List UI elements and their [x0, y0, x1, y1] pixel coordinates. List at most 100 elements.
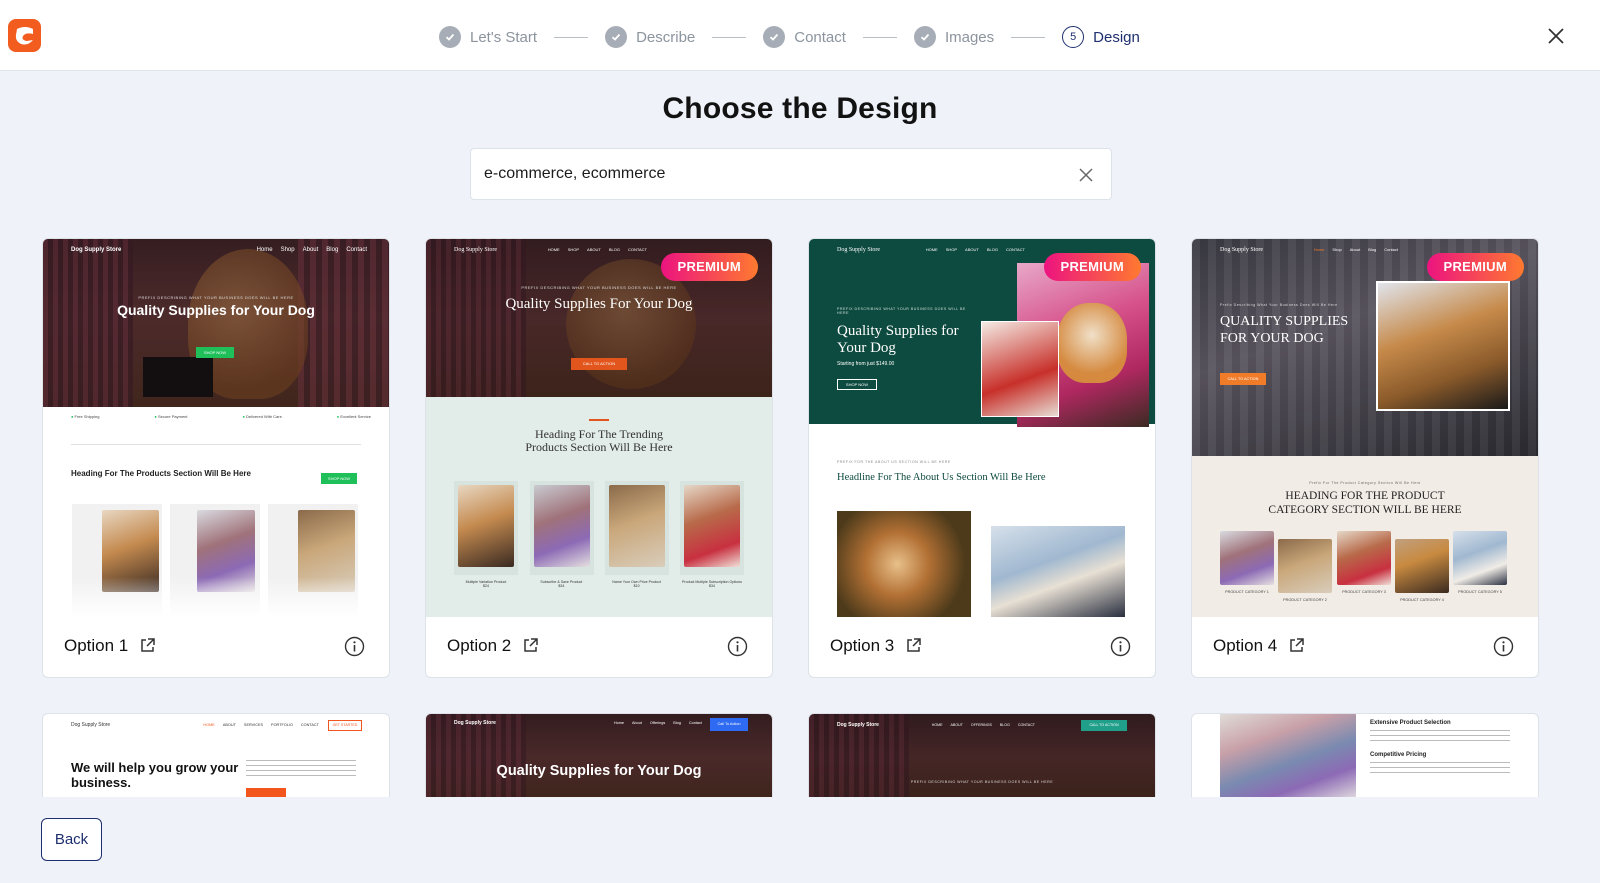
- preview-nav-item: SHOP: [567, 247, 580, 252]
- product-captions: Multiple Variation Product $24 Subscribe …: [454, 580, 744, 588]
- external-link-icon[interactable]: [139, 637, 156, 654]
- product-name: Product Multiple Subscription Options $34: [682, 580, 742, 588]
- step-label: Let's Start: [470, 28, 538, 46]
- preview-heading: Quality Supplies for Your Dog: [837, 323, 959, 356]
- preview-nav-item: HOME: [931, 723, 943, 727]
- preview-nav: HOME ABOUT OFFERINGS BLOG CONTACT: [932, 723, 1035, 727]
- back-button[interactable]: Back: [41, 818, 102, 861]
- design-card-option-2[interactable]: Dog Supply Store HOME SHOP ABOUT BLOG CO…: [425, 238, 773, 678]
- external-link-icon[interactable]: [905, 637, 922, 654]
- option-label[interactable]: Option 3: [830, 636, 894, 656]
- preview-nav-item: Shop: [1332, 247, 1342, 252]
- preview-eyebrow: PREFIX DESCRIBING WHAT YOUR BUSINESS DOE…: [138, 295, 294, 300]
- design-card-option-4[interactable]: Dog Supply Store Home Shop About Blog Co…: [1191, 238, 1539, 678]
- product-name: Name Your Own Price Product $10: [612, 580, 662, 588]
- design-preview[interactable]: Dog Supply Store Home Shop About Blog Co…: [43, 239, 389, 617]
- wizard-steps: Let's Start Describe Contact Images 5 De…: [439, 25, 1140, 49]
- preview-nav-item: ABOUT: [965, 247, 979, 252]
- preview-section-heading: Headline For The About Us Section Will B…: [837, 472, 1046, 483]
- preview-brand: Dog Supply Store: [837, 722, 879, 728]
- step-number: 5: [1062, 26, 1085, 48]
- preview-nav: Home About Offerings Blog Contact: [614, 721, 702, 725]
- preview-nav-item: Contact: [346, 247, 367, 253]
- category-label: PRODUCT CATEGORY 1: [1225, 590, 1269, 594]
- premium-badge: PREMIUM: [1043, 253, 1141, 281]
- product-name: Multiple Variation Product $24: [465, 580, 507, 588]
- preview-nav: HOME ABOUT SERVICES PORTFOLIO CONTACT: [203, 723, 319, 727]
- product-tile: [605, 481, 669, 575]
- premium-badge: PREMIUM: [660, 253, 758, 281]
- step-divider: [862, 36, 897, 38]
- preview-heading: Quality Supplies For Your Dog: [505, 296, 693, 312]
- hero-image-small: [981, 321, 1059, 417]
- step-contact[interactable]: Contact: [763, 26, 846, 48]
- preview-eyebrow: PREFIX DESCRIBING WHAT YOUR BUSINESS DOE…: [521, 285, 677, 290]
- preview-nav-item: BLOG: [999, 723, 1010, 727]
- design-card-option-8[interactable]: Extensive Product Selection Competitive …: [1191, 713, 1539, 799]
- feature-item: ● Excellent Service: [336, 414, 371, 419]
- step-images[interactable]: Images: [913, 26, 995, 48]
- step-label: Images: [944, 28, 995, 46]
- preview-section-heading: Heading For The Products Section Will Be…: [71, 469, 251, 478]
- preview-nav-item: Blog: [326, 247, 339, 253]
- design-card-option-3[interactable]: Dog Supply Store HOME SHOP ABOUT BLOG CO…: [808, 238, 1156, 678]
- preview-nav-item: About: [1349, 247, 1361, 252]
- preview-nav-item: OFFERINGS: [970, 723, 992, 727]
- info-icon[interactable]: [1110, 636, 1131, 657]
- preview-nav-item: ABOUT: [222, 723, 236, 727]
- app-logo-icon[interactable]: [8, 19, 41, 52]
- preview-nav-item: CONTACT: [627, 247, 647, 252]
- preview-brand: Dog Supply Store: [71, 247, 122, 253]
- feature-item: ● Secure Payment: [154, 414, 188, 419]
- check-circle-icon: [763, 26, 786, 48]
- option-label[interactable]: Option 2: [447, 636, 511, 656]
- info-icon[interactable]: [344, 636, 365, 657]
- design-card-option-6[interactable]: Dog Supply Store Home About Offerings Bl…: [425, 713, 773, 799]
- category-label: PRODUCT CATEGORY 5: [1458, 590, 1502, 594]
- preview-nav-item: CONTACT: [1005, 247, 1025, 252]
- design-card-option-1[interactable]: Dog Supply Store Home Shop About Blog Co…: [42, 238, 390, 678]
- preview-text-lines: [1370, 762, 1510, 774]
- preview-text-lines: [246, 760, 356, 780]
- preview-nav-item: ABOUT: [950, 723, 963, 727]
- close-icon[interactable]: [1546, 26, 1566, 46]
- step-lets-start[interactable]: Let's Start: [439, 26, 537, 48]
- preview-nav-item: SERVICES: [243, 723, 264, 727]
- preview-brand: Dog Supply Store: [71, 722, 111, 728]
- info-icon[interactable]: [727, 636, 748, 657]
- preview-eyebrow: PREFIX DESCRIBING WHAT YOUR BUSINESS DOE…: [910, 780, 1054, 784]
- preview-brand: Dog Supply Store: [454, 247, 498, 253]
- search-field[interactable]: e-commerce, ecommerce: [470, 148, 1112, 200]
- external-link-icon[interactable]: [522, 637, 539, 654]
- category-label: PRODUCT CATEGORY 3: [1342, 590, 1386, 594]
- design-preview[interactable]: Dog Supply Store HOME SHOP ABOUT BLOG CO…: [809, 239, 1155, 617]
- check-circle-icon: [439, 26, 461, 48]
- clear-search-icon[interactable]: [1077, 166, 1095, 184]
- option-label[interactable]: Option 1: [64, 636, 128, 656]
- design-card-option-5[interactable]: Dog Supply Store HOME ABOUT SERVICES POR…: [42, 713, 390, 799]
- card-footer: Option 4: [1192, 617, 1538, 677]
- step-label: Contact: [794, 28, 846, 46]
- hero-image: [43, 239, 389, 407]
- check-circle-icon: [913, 26, 936, 48]
- step-design[interactable]: 5 Design: [1062, 26, 1140, 48]
- category-image: [1337, 531, 1391, 585]
- feature-item: ● Delivered With Care: [242, 414, 282, 419]
- info-icon[interactable]: [1493, 636, 1514, 657]
- preview-nav-item: BLOG: [608, 247, 620, 252]
- preview-nav-item: Shop: [280, 247, 295, 253]
- design-card-option-7[interactable]: Dog Supply Store HOME ABOUT OFFERINGS BL…: [808, 713, 1156, 799]
- category-image: [1220, 531, 1274, 585]
- preview-nav-item: Blog: [1368, 247, 1377, 252]
- design-preview[interactable]: Dog Supply Store HOME SHOP ABOUT BLOG CO…: [426, 239, 772, 617]
- category-label: PRODUCT CATEGORY 4: [1400, 598, 1444, 602]
- about-image-dog: [837, 511, 971, 617]
- design-preview[interactable]: Dog Supply Store Home Shop About Blog Co…: [1192, 239, 1538, 617]
- step-describe[interactable]: Describe: [605, 26, 695, 48]
- option-label[interactable]: Option 4: [1213, 636, 1277, 656]
- search-input-value[interactable]: e-commerce, ecommerce: [484, 165, 665, 183]
- section-eyebrow: Prefix For The Product Category Section …: [1309, 481, 1421, 485]
- external-link-icon[interactable]: [1288, 637, 1305, 654]
- preview-nav-item: About: [632, 721, 642, 725]
- preview-nav-item: SHOP: [945, 247, 958, 252]
